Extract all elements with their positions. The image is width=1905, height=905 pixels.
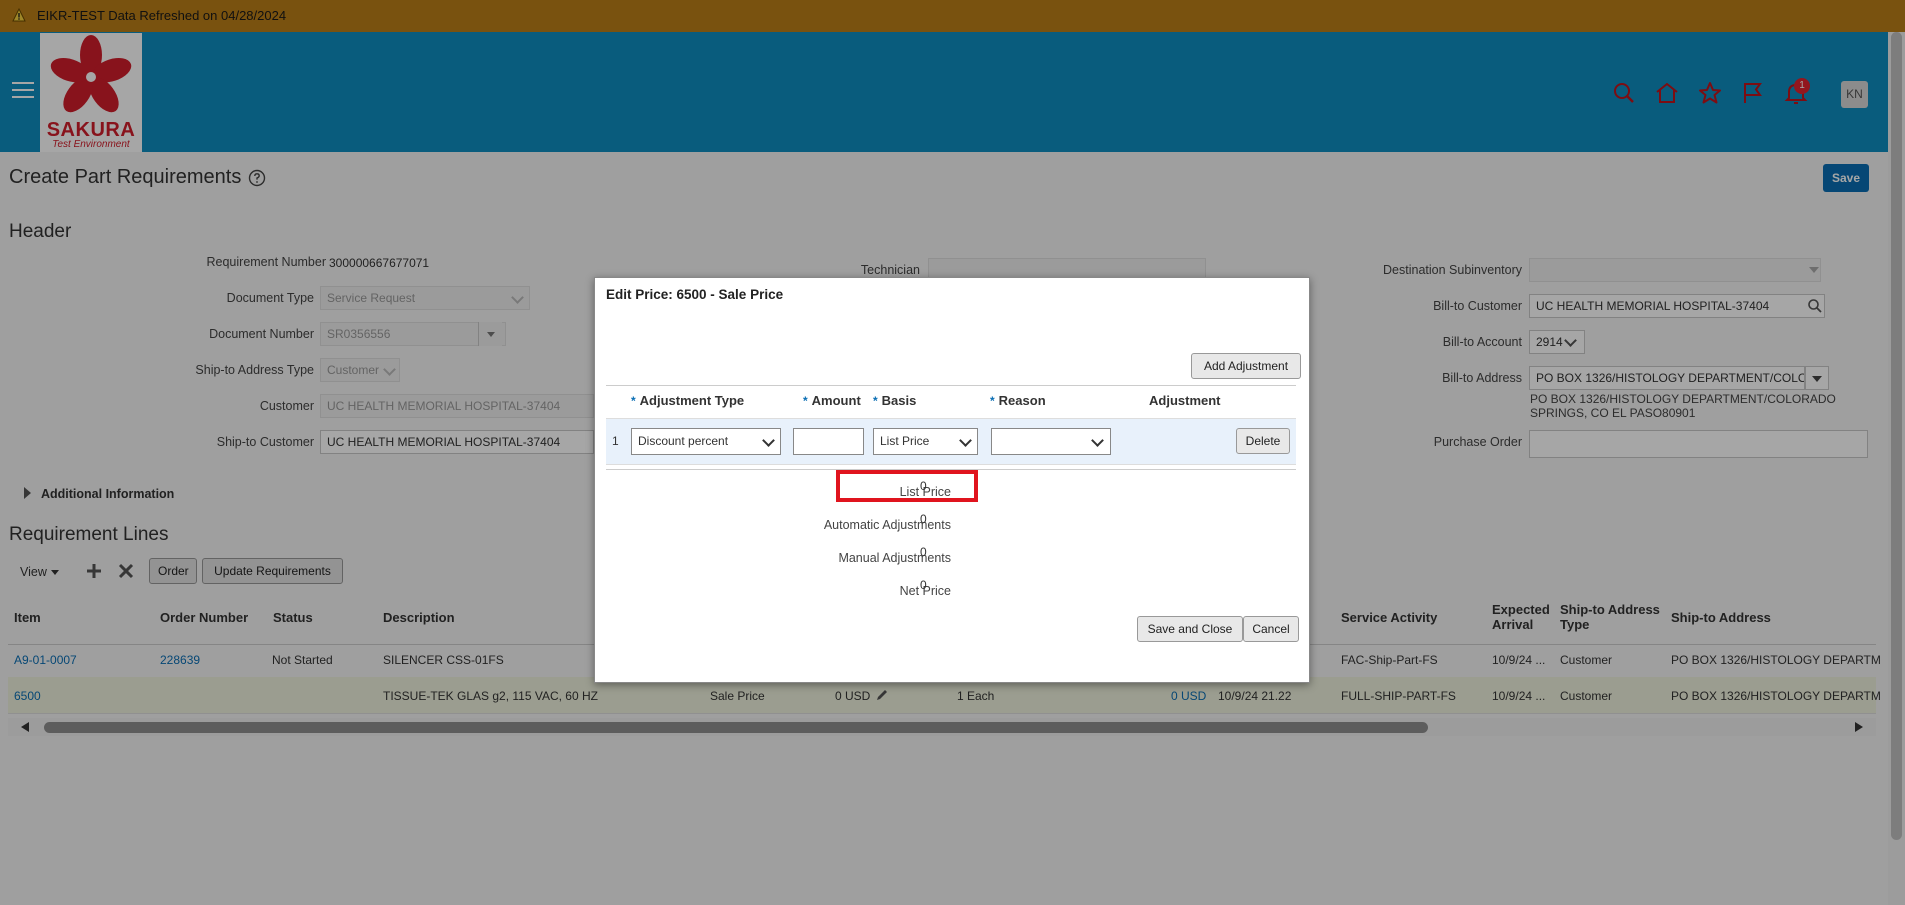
- dialog-title: Edit Price: 6500 - Sale Price: [606, 287, 784, 302]
- column-header-amount: * Amount: [803, 393, 861, 408]
- column-header-reason: * Reason: [990, 393, 1046, 408]
- column-header-adjustment: Adjustment: [1149, 393, 1221, 408]
- adjustment-row-index: 1: [612, 434, 619, 448]
- list-price-highlight-box: [836, 470, 978, 502]
- add-adjustment-button[interactable]: Add Adjustment: [1191, 353, 1301, 379]
- adjustment-type-select[interactable]: Discount percent: [631, 428, 781, 455]
- column-header-basis: * Basis: [873, 393, 917, 408]
- net-price-value: 0: [920, 578, 927, 592]
- cancel-button[interactable]: Cancel: [1243, 616, 1299, 642]
- save-and-close-button[interactable]: Save and Close: [1137, 616, 1243, 642]
- manual-adjustments-value: 0: [920, 545, 927, 559]
- column-header-adjustment-type: * Adjustment Type: [631, 393, 745, 408]
- adjustment-row: 1 Discount percent List Price Delete: [606, 418, 1296, 465]
- amount-input[interactable]: [793, 428, 864, 455]
- automatic-adjustments-value: 0: [920, 512, 927, 526]
- delete-adjustment-button[interactable]: Delete: [1236, 428, 1290, 454]
